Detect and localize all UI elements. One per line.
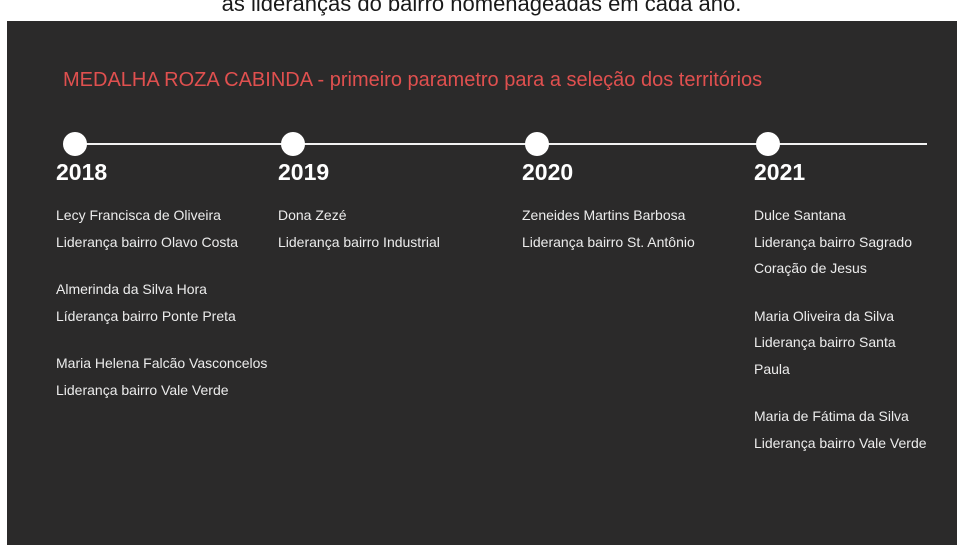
honoree-neighborhood: Líderança bairro Ponte Preta [56,307,236,324]
honoree-name: Maria Helena Falcão Vasconcelos [56,355,268,371]
honoree-name: Almerinda da Silva Hora [56,281,207,297]
column-2020-entries: Zeneides Martins Barbosa Liderança bairr… [522,202,695,276]
honoree-entry: Dona Zezé Liderança bairro Industrial [278,202,440,255]
honoree-entry: Maria Oliveira da Silva Liderança bairro… [754,303,927,383]
honoree-name: Dona Zezé [278,207,347,223]
year-label-2019: 2019 [278,159,330,185]
year-label-2021: 2021 [754,159,806,185]
honoree-name: Maria Oliveira da Silva [754,307,895,324]
honoree-entry: Dulce Santana Liderança bairro Sagrado C… [754,202,927,282]
year-label-2020: 2020 [522,159,574,185]
honoree-name: Dulce Santana [754,207,846,223]
timeline-dot-2021 [756,132,780,156]
honoree-name: Lecy Francisca de Oliveira [56,207,221,223]
honoree-neighborhood-cont: Paula [754,360,790,377]
honoree-entry: Zeneides Martins Barbosa Liderança bairr… [522,202,695,255]
timeline-dot-2018 [63,132,87,156]
honoree-neighborhood: Liderança bairro Vale Verde [754,434,927,451]
honoree-entry: Almerinda da Silva Hora Líderança bairro… [56,276,267,329]
honoree-neighborhood: Liderança bairro Sagrado [754,233,912,250]
year-label-2018: 2018 [56,159,108,185]
honoree-neighborhood: Liderança bairro Santa [754,334,896,350]
honoree-entry: Maria Helena Falcão Vasconcelos Lideranç… [56,350,267,403]
column-2019-entries: Dona Zezé Liderança bairro Industrial [278,202,440,276]
honoree-entry: Maria de Fátima da Silva Liderança bairr… [754,403,927,456]
honoree-neighborhood: Liderança bairro St. Antônio [522,233,695,250]
timeline-dot-2019 [281,132,305,156]
honoree-neighborhood: Liderança bairro Industrial [278,233,440,250]
panel-title: MEDALHA ROZA CABINDA - primeiro parametr… [63,69,763,91]
timeline-panel: MEDALHA ROZA CABINDA - primeiro parametr… [7,21,957,545]
timeline-line [69,143,927,145]
honoree-neighborhood: Liderança bairro Vale Verde [56,381,229,398]
honoree-neighborhood: Liderança bairro Olavo Costa [56,233,239,250]
column-2021-entries: Dulce Santana Liderança bairro Sagrado C… [754,202,927,477]
honoree-name: Zeneides Martins Barbosa [522,207,686,223]
top-caption: as lideranças do bairro homenageadas em … [221,0,742,16]
column-2018-entries: Lecy Francisca de Oliveira Liderança bai… [56,202,267,424]
timeline-dot-2020 [525,132,549,156]
honoree-entry: Lecy Francisca de Oliveira Liderança bai… [56,202,267,255]
honoree-neighborhood-cont: Coração de Jesus [754,260,867,276]
honoree-name: Maria de Fátima da Silva [754,408,909,424]
